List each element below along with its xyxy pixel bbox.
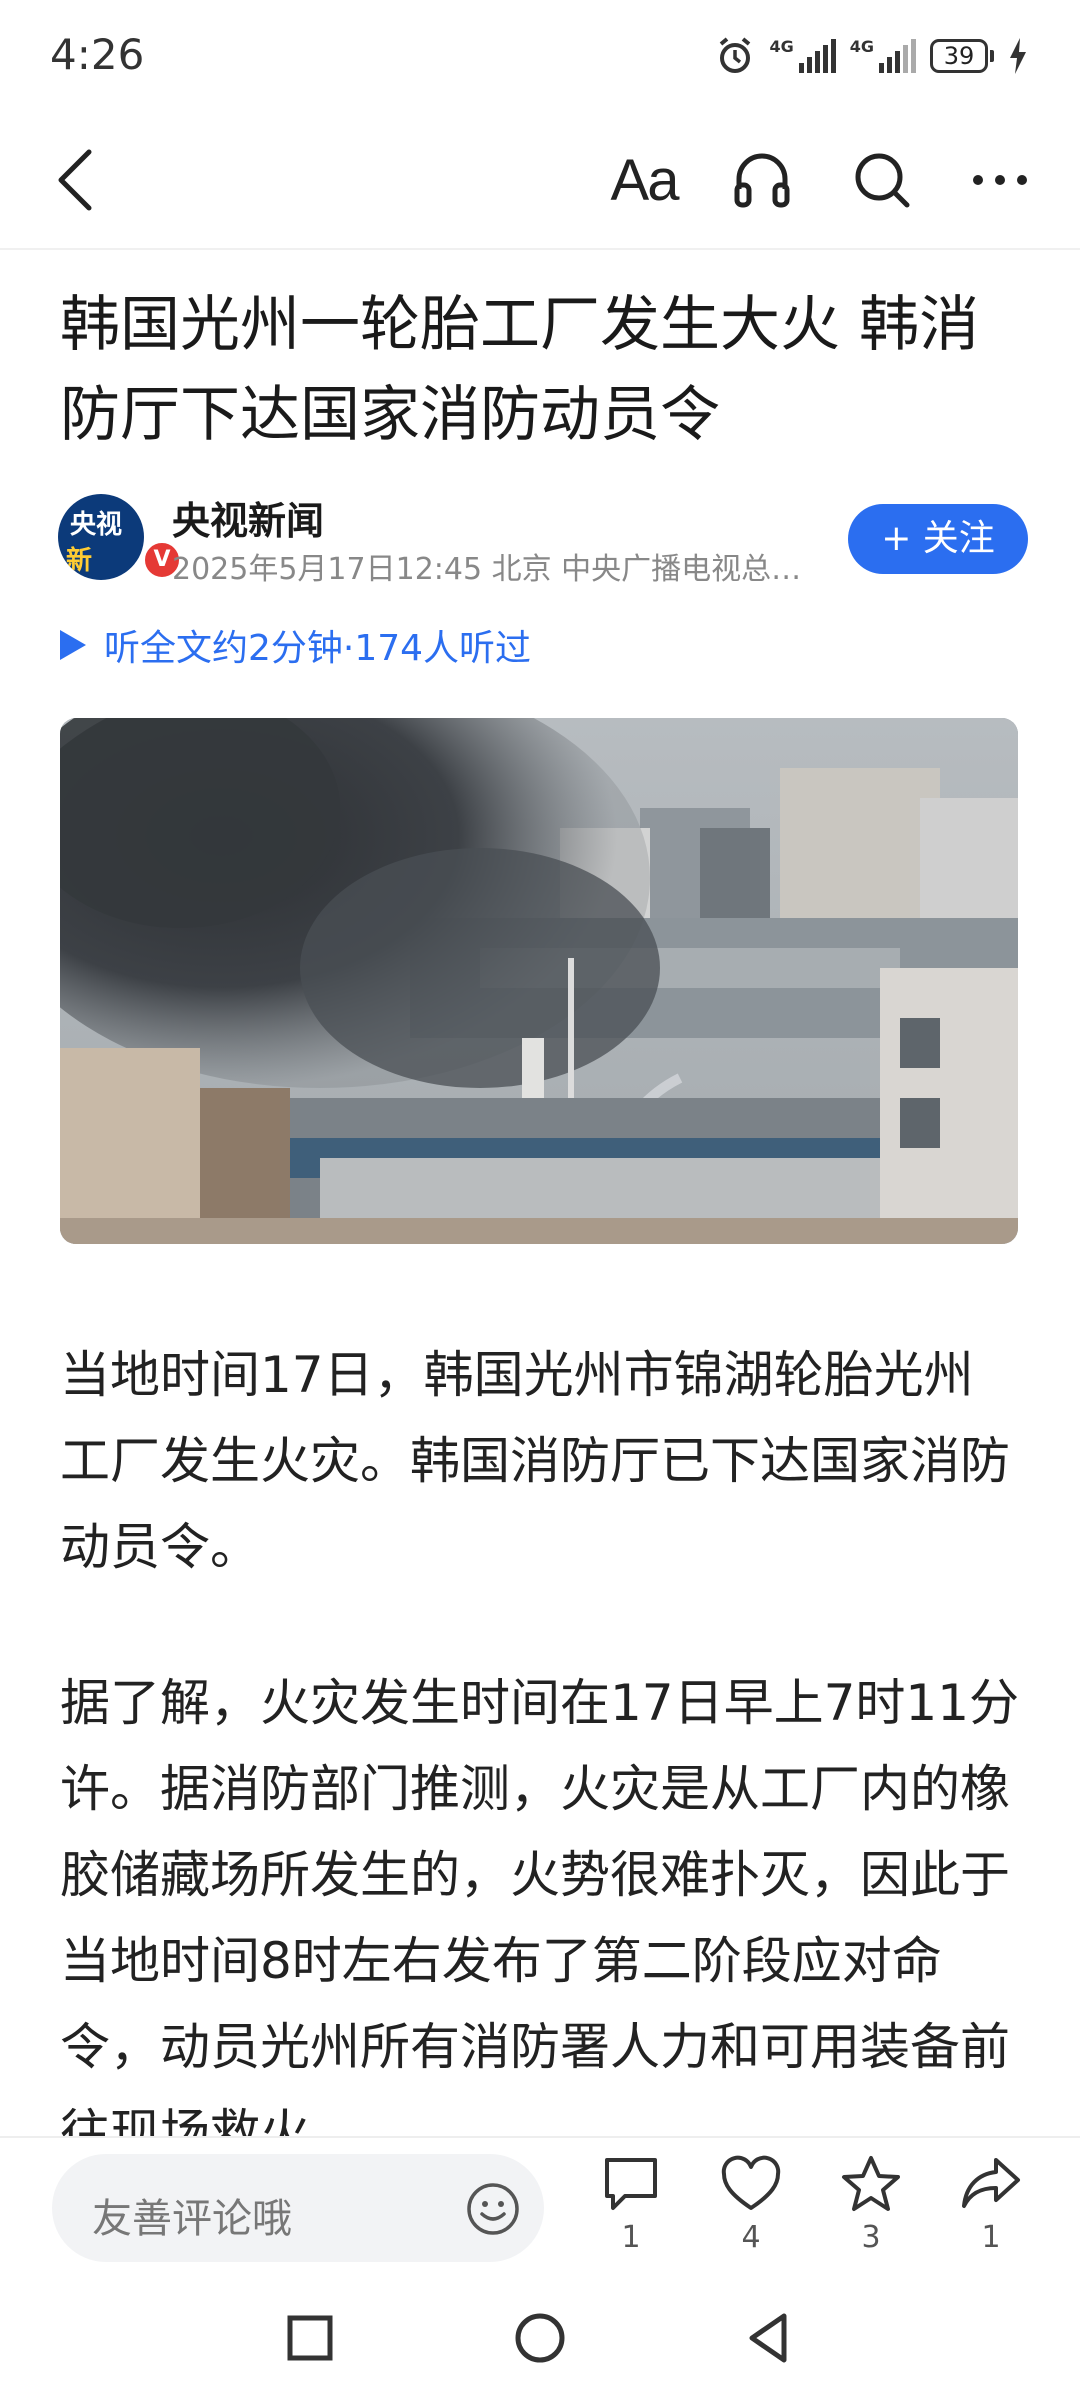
network-type-2: 4G (849, 37, 874, 56)
battery-icon: 39 (930, 39, 994, 73)
listen-full-text[interactable]: 听全文约2分钟·174人听过 (60, 620, 531, 670)
fire-scene-image (60, 718, 1018, 1244)
signal-icon-sim1: 4G (769, 37, 836, 73)
listen-button[interactable] (722, 140, 802, 220)
comment-count: 1 (621, 2220, 641, 2255)
headphones-icon (734, 153, 790, 208)
avatar[interactable]: 央视 新 (58, 494, 144, 580)
favorite-count: 3 (861, 2220, 881, 2255)
article-title: 韩国光州一轮胎工厂发生大火 韩消防厅下达国家消防动员令 (60, 290, 980, 450)
battery-level: 39 (930, 39, 988, 73)
listen-label: 听全文约2分钟·174人听过 (104, 628, 532, 669)
back-button[interactable] (36, 140, 116, 220)
article-paragraph: 据了解，火灾发生时间在17日早上7时11分许。据消防部门推测，火灾是从工厂内的橡… (60, 1674, 1020, 2162)
like-count: 4 (741, 2220, 761, 2255)
share-icon (962, 2158, 1020, 2208)
charging-icon (1010, 38, 1026, 74)
status-time: 4:26 (50, 30, 145, 79)
search-button[interactable] (842, 140, 922, 220)
author-row: 央视 新 V 央视新闻 2025年5月17日12:45 北京 中央广播电视总… … (58, 490, 1028, 590)
emoji-icon[interactable] (466, 2182, 520, 2236)
star-icon (842, 2156, 900, 2211)
avatar-text-1: 央视 (70, 510, 123, 540)
alarm-icon (720, 37, 751, 73)
comment-input[interactable]: 友善评论哦 (52, 2154, 544, 2262)
network-type-1: 4G (769, 37, 794, 56)
comment-icon (605, 2158, 657, 2210)
favorite-button[interactable]: 3 (826, 2154, 916, 2274)
status-icons: 4G 4G 39 (715, 32, 1028, 80)
more-dots-icon (973, 175, 1027, 185)
share-count: 1 (981, 2220, 1001, 2255)
font-size-button[interactable]: Aa (604, 140, 684, 220)
comment-placeholder: 友善评论哦 (92, 2196, 292, 2242)
author-name[interactable]: 央视新闻 (172, 490, 324, 545)
search-icon (855, 153, 910, 208)
publish-meta: 2025年5月17日12:45 北京 中央广播电视总… (172, 552, 802, 587)
heart-icon (721, 2155, 781, 2210)
avatar-text-2: 新 (66, 546, 93, 576)
article-image[interactable] (60, 718, 1018, 1244)
back-arrow-icon (58, 149, 92, 211)
share-button[interactable]: 1 (946, 2154, 1036, 2274)
bottom-action-bar: 友善评论哦 1 4 3 1 (0, 2136, 1080, 2276)
back-nav-icon[interactable] (738, 2306, 802, 2370)
follow-button[interactable]: + 关注 (848, 504, 1028, 574)
status-bar: 4:26 4G 4G 39 (0, 0, 1080, 110)
top-nav: Aa (0, 110, 1080, 250)
article-paragraph: 当地时间17日，韩国光州市锦湖轮胎光州工厂发生火灾。韩国消防厅已下达国家消防动员… (60, 1346, 1010, 1576)
comment-button[interactable]: 1 (586, 2154, 676, 2274)
font-size-icon: Aa (610, 147, 680, 213)
play-icon (60, 630, 86, 660)
signal-icon-sim2: 4G (850, 39, 916, 73)
like-button[interactable]: 4 (706, 2154, 796, 2274)
recent-apps-icon[interactable] (278, 2306, 342, 2370)
more-button[interactable] (960, 140, 1040, 220)
home-icon[interactable] (508, 2306, 572, 2370)
system-nav-bar (0, 2276, 1080, 2400)
